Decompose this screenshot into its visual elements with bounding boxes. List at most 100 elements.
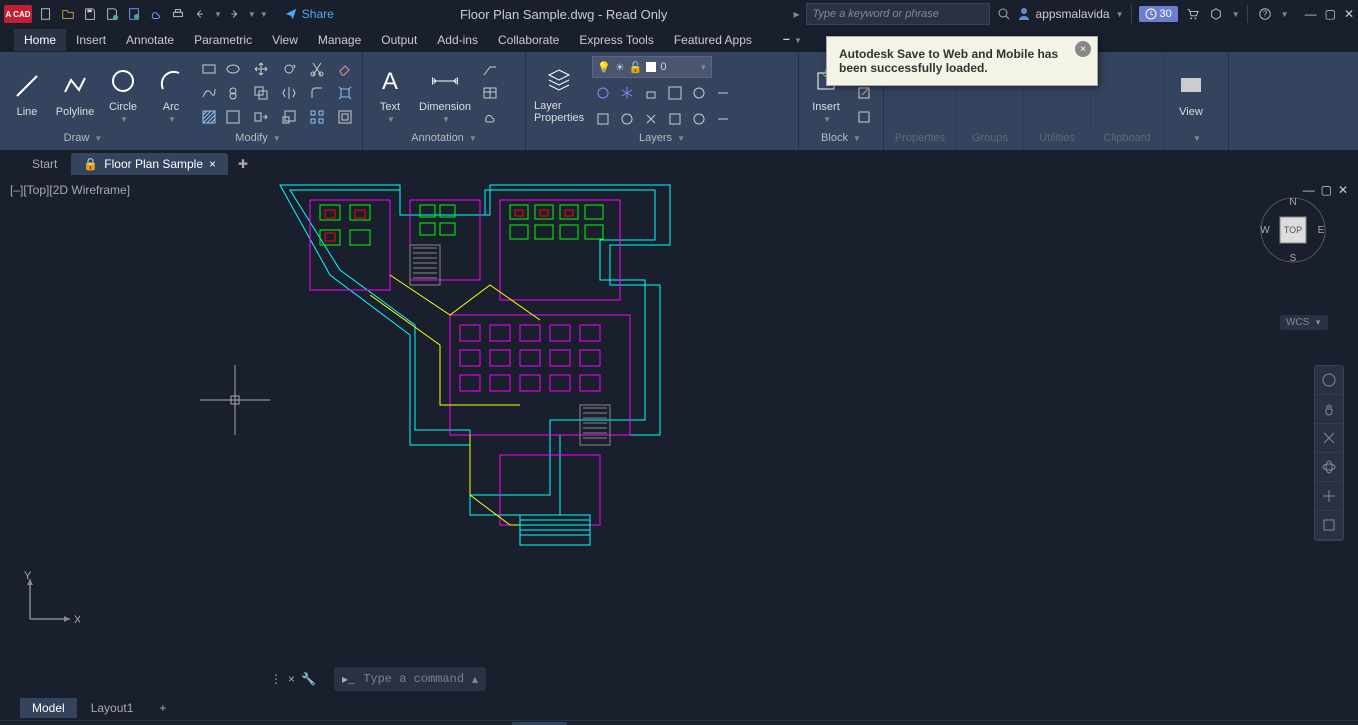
drawing-canvas[interactable]: [–][Top][2D Wireframe] — ▢ ✕ xyxy=(0,175,1358,662)
close-button[interactable]: ✕ xyxy=(1344,7,1354,21)
cloud-save-icon[interactable] xyxy=(146,4,166,24)
panel-clipboard-label[interactable]: Clipboard xyxy=(1097,130,1157,146)
redo-menu-caret[interactable]: ▼ xyxy=(248,10,256,19)
layout1-tab[interactable]: Layout1 xyxy=(79,698,146,718)
tab-insert[interactable]: Insert xyxy=(66,29,116,51)
panel-layers-label[interactable]: Layers ▼ xyxy=(532,130,792,146)
tab-home[interactable]: Home xyxy=(14,29,66,51)
ucs-icon[interactable]: X Y xyxy=(20,569,80,632)
layer-freeze-icon[interactable] xyxy=(616,82,638,104)
tab-parametric[interactable]: Parametric xyxy=(184,29,262,51)
layer-state-icon[interactable] xyxy=(712,82,734,104)
panel-groups-label[interactable]: Groups xyxy=(963,130,1017,146)
layer-lock-icon[interactable] xyxy=(640,82,662,104)
layer-tool-f-icon[interactable] xyxy=(712,108,734,130)
ribbon-options-icon[interactable]: ▼ xyxy=(782,30,802,50)
wcs-badge[interactable]: WCS ▼ xyxy=(1280,315,1328,330)
panel-modify-label[interactable]: Modify ▼ xyxy=(160,130,356,146)
saveas-icon[interactable] xyxy=(102,4,122,24)
circle-tool[interactable]: Circle▼ xyxy=(102,61,144,126)
panel-properties-label[interactable]: Properties xyxy=(890,130,950,146)
nav-pan-icon[interactable] xyxy=(1315,395,1343,424)
tab-addins[interactable]: Add-ins xyxy=(427,29,488,51)
help-icon[interactable]: ? xyxy=(1255,4,1275,24)
add-layout-button[interactable]: + xyxy=(147,698,178,718)
user-menu[interactable]: appsmalavida ▼ xyxy=(1016,6,1124,22)
boundary-tool-icon[interactable] xyxy=(222,82,244,104)
tab-featured-apps[interactable]: Featured Apps xyxy=(664,29,762,51)
explode-icon[interactable] xyxy=(334,82,356,104)
arc-tool[interactable]: Arc▼ xyxy=(150,61,192,126)
notification-close-icon[interactable]: × xyxy=(1075,41,1091,57)
close-tab-icon[interactable]: × xyxy=(209,157,216,171)
open-icon[interactable] xyxy=(58,4,78,24)
tab-collaborate[interactable]: Collaborate xyxy=(488,29,569,51)
layer-tool-b-icon[interactable] xyxy=(616,108,638,130)
layer-tool-c-icon[interactable] xyxy=(640,108,662,130)
search-caret-icon[interactable]: ▸ xyxy=(794,7,800,21)
layer-off-icon[interactable] xyxy=(592,82,614,104)
offset-icon[interactable] xyxy=(334,106,356,128)
array-icon[interactable] xyxy=(306,106,328,128)
qat-menu-caret[interactable]: ▼ xyxy=(260,10,268,19)
layer-tool-d-icon[interactable] xyxy=(664,108,686,130)
line-tool[interactable]: Line xyxy=(6,66,48,120)
tab-express-tools[interactable]: Express Tools xyxy=(569,29,663,51)
web-mobile-icon[interactable] xyxy=(124,4,144,24)
nav-zoom-icon[interactable] xyxy=(1315,424,1343,453)
attr-block-icon[interactable] xyxy=(853,106,875,128)
hatch-icon[interactable] xyxy=(198,106,220,128)
panel-block-label[interactable]: Block ▼ xyxy=(805,130,877,146)
layer-iso-icon[interactable] xyxy=(688,82,710,104)
save-icon[interactable] xyxy=(80,4,100,24)
move-icon[interactable] xyxy=(250,58,272,80)
document-tab-active[interactable]: 🔒 Floor Plan Sample × xyxy=(71,153,228,175)
help-caret[interactable]: ▼ xyxy=(1281,10,1289,19)
redo-icon[interactable] xyxy=(224,4,244,24)
stretch-icon[interactable] xyxy=(250,106,272,128)
fillet-icon[interactable] xyxy=(306,82,328,104)
tab-manage[interactable]: Manage xyxy=(308,29,371,51)
panel-draw-label[interactable]: Draw ▼ xyxy=(6,130,160,146)
viewport-label[interactable]: [–][Top][2D Wireframe] xyxy=(10,183,130,197)
trim-icon[interactable] xyxy=(306,58,328,80)
share-button[interactable]: Share xyxy=(284,7,334,21)
rotate-icon[interactable] xyxy=(278,58,300,80)
dimension-tool[interactable]: Dimension▼ xyxy=(417,61,473,126)
panel-utilities-label[interactable]: Utilities xyxy=(1030,130,1084,146)
cmd-customize-icon[interactable]: 🔧 xyxy=(301,672,316,686)
nav-wheel-icon[interactable] xyxy=(1315,366,1343,395)
nav-showmenu-icon[interactable] xyxy=(1315,511,1343,540)
layer-tool-a-icon[interactable] xyxy=(592,108,614,130)
app-caret[interactable]: ▼ xyxy=(1232,10,1240,19)
text-tool[interactable]: AText▼ xyxy=(369,61,411,126)
trial-timer[interactable]: 30 xyxy=(1139,6,1178,22)
new-icon[interactable] xyxy=(36,4,56,24)
layer-selector[interactable]: 💡 ☀ 🔓 0 ▼ xyxy=(592,56,712,78)
plot-icon[interactable] xyxy=(168,4,188,24)
minimize-button[interactable]: — xyxy=(1305,7,1317,21)
undo-icon[interactable] xyxy=(190,4,210,24)
app-manager-icon[interactable] xyxy=(1206,4,1226,24)
model-tab[interactable]: Model xyxy=(20,698,77,718)
gradient-icon[interactable] xyxy=(222,106,244,128)
leader-icon[interactable] xyxy=(479,58,501,80)
cloud-icon[interactable] xyxy=(479,106,501,128)
mirror-icon[interactable] xyxy=(278,82,300,104)
tab-view[interactable]: View xyxy=(262,29,308,51)
viewport-close-icon[interactable]: ✕ xyxy=(1338,183,1348,197)
scale-icon[interactable] xyxy=(278,106,300,128)
nav-showmotion-icon[interactable] xyxy=(1315,482,1343,511)
cmd-close-icon[interactable]: × xyxy=(288,672,295,686)
undo-menu-caret[interactable]: ▼ xyxy=(214,10,222,19)
erase-icon[interactable] xyxy=(334,58,356,80)
rectangle-tool-icon[interactable] xyxy=(198,58,220,80)
app-logo[interactable]: A CAD xyxy=(4,5,32,23)
view-tool[interactable]: View xyxy=(1170,66,1212,120)
command-input[interactable]: ▸_ Type a command ▴ xyxy=(334,667,486,691)
tab-annotate[interactable]: Annotate xyxy=(116,29,184,51)
spline-tool-icon[interactable] xyxy=(198,82,220,104)
nav-orbit-icon[interactable] xyxy=(1315,453,1343,482)
tab-output[interactable]: Output xyxy=(371,29,427,51)
maximize-button[interactable]: ▢ xyxy=(1325,7,1336,21)
